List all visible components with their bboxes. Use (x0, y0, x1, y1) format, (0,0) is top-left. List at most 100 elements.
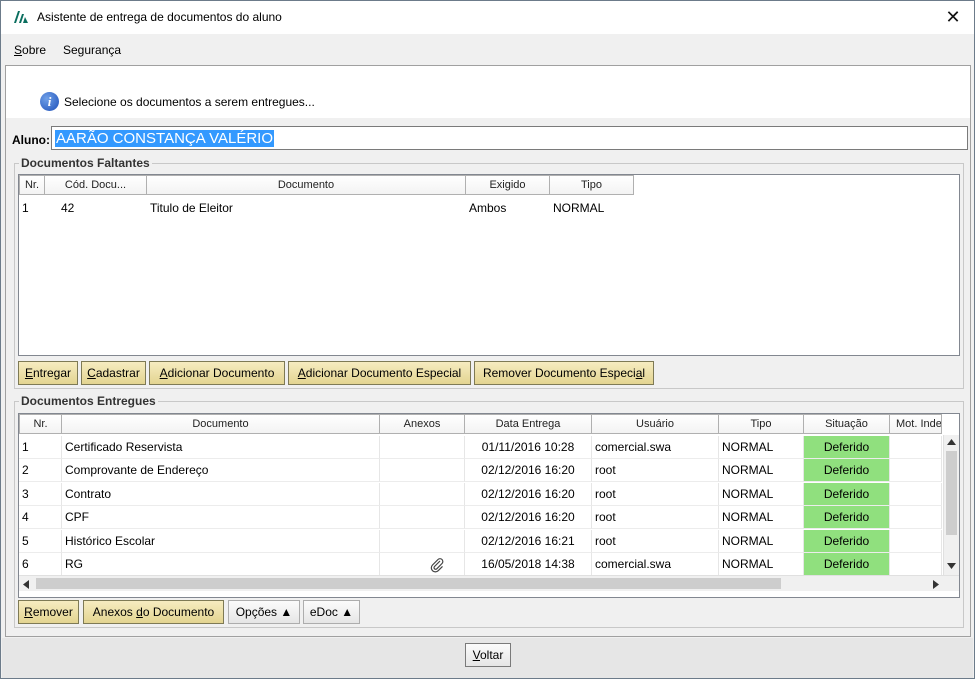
cell-situacao: Deferido (804, 529, 890, 553)
cell-usuario: root (592, 506, 719, 530)
edoc-button[interactable]: eDoc ▲ (303, 600, 360, 624)
aluno-value: AARÃO CONSTANÇA VALÉRIO (55, 130, 274, 147)
col-header-cod[interactable]: Cód. Docu... (45, 175, 147, 195)
cell-data-entrega: 02/12/2016 16:20 (465, 482, 592, 506)
table-row[interactable]: 1 42 Titulo de Eleitor Ambos NORMAL (19, 197, 634, 220)
entregar-button[interactable]: Entregar (18, 361, 78, 385)
col-header-documento[interactable]: Documento (147, 175, 466, 195)
cell-usuario: root (592, 459, 719, 483)
cell-tipo: NORMAL (719, 482, 804, 506)
cell-data-entrega: 16/05/2018 14:38 (465, 553, 592, 576)
cell-data-entrega: 02/12/2016 16:21 (465, 529, 592, 553)
col-header-nr[interactable]: Nr. (19, 175, 45, 195)
app-logo-icon (14, 11, 28, 23)
faltantes-grid[interactable]: Nr. Cód. Docu... Documento Exigido Tipo … (18, 174, 960, 356)
menu-sobre[interactable]: Sobre (14, 43, 46, 57)
cell-anexos (380, 436, 465, 459)
col-header-data-entrega[interactable]: Data Entrega (465, 414, 592, 434)
aluno-label: Aluno: (12, 133, 50, 147)
cell-anexos (380, 529, 465, 553)
col-header-anexos[interactable]: Anexos (380, 414, 465, 434)
cell-anexos (380, 506, 465, 530)
main-panel: i Selecione os documentos a serem entreg… (5, 65, 971, 637)
menu-bar: Sobre Segurança (1, 34, 974, 64)
table-row[interactable]: 2 Comprovante de Endereço 02/12/2016 16:20… (19, 459, 942, 483)
cadastrar-button[interactable]: Cadastrar (81, 361, 146, 385)
info-text: Selecione os documentos a serem entregue… (64, 95, 315, 109)
adicionar-documento-button[interactable]: Adicionar Documento (149, 361, 285, 385)
scroll-right-icon[interactable] (933, 580, 939, 589)
cell-usuario: root (592, 529, 719, 553)
cell-documento: Certificado Reservista (62, 436, 380, 459)
cell-mot-indef (890, 436, 942, 459)
col-header-usuario[interactable]: Usuário (592, 414, 719, 434)
table-row[interactable]: 3 Contrato 02/12/2016 16:20 root NORMAL Defer… (19, 482, 942, 506)
cell-situacao: Deferido (804, 459, 890, 483)
voltar-button[interactable]: Voltar (465, 643, 511, 667)
cell-mot-indef (890, 459, 942, 483)
aluno-field[interactable]: AARÃO CONSTANÇA VALÉRIO (51, 126, 968, 150)
col-header-nr[interactable]: Nr. (19, 414, 62, 434)
horizontal-scroll-thumb[interactable] (36, 578, 781, 589)
cell-data-entrega: 01/11/2016 10:28 (465, 436, 592, 459)
cell-situacao: Deferido (804, 482, 890, 506)
adicionar-documento-especial-button[interactable]: Adicionar Documento Especial (288, 361, 471, 385)
cell-documento: RG (62, 553, 380, 576)
vertical-scroll-thumb[interactable] (946, 451, 957, 535)
edoc-label: eDoc (309, 605, 338, 619)
horizontal-scrollbar[interactable] (19, 575, 959, 591)
cell-mot-indef (890, 553, 942, 576)
info-icon: i (40, 92, 59, 111)
col-header-tipo[interactable]: Tipo (719, 414, 804, 434)
caret-up-icon: ▲ (341, 605, 354, 619)
cell-tipo: NORMAL (719, 459, 804, 483)
opcoes-label: Opções (235, 605, 278, 619)
dialog-window: Asistente de entrega de documentos do al… (0, 0, 975, 679)
footer-bar: Voltar (2, 638, 973, 678)
cell-documento: Titulo de Eleitor (150, 201, 233, 215)
cell-nr: 5 (19, 529, 62, 553)
scroll-left-icon[interactable] (23, 580, 29, 589)
close-button[interactable]: ✕ (938, 3, 968, 31)
cell-mot-indef (890, 529, 942, 553)
table-row[interactable]: 4 CPF 02/12/2016 16:20 root NORMAL Deferido (19, 506, 942, 530)
cell-situacao: Deferido (804, 553, 890, 576)
menu-sobre-mnemonic: S (14, 43, 23, 57)
cell-documento: Comprovante de Endereço (62, 459, 380, 483)
scroll-down-icon[interactable] (947, 563, 956, 569)
scroll-up-icon[interactable] (947, 439, 956, 445)
cell-exigido: Ambos (469, 201, 507, 215)
cell-anexos (380, 482, 465, 506)
table-row[interactable]: 6 RG 16/05/2018 14:38 comercial.swa NORMAL De… (19, 553, 942, 576)
paperclip-icon[interactable] (429, 557, 445, 573)
cell-usuario: root (592, 482, 719, 506)
col-header-tipo[interactable]: Tipo (550, 175, 634, 195)
window-title: Asistente de entrega de documentos do al… (37, 10, 282, 24)
col-header-mot-indef[interactable]: Mot. Inde (890, 414, 942, 434)
anexos-documento-button[interactable]: Anexos do Documento (83, 600, 224, 624)
table-row[interactable]: 5 Histórico Escolar 02/12/2016 16:21 root NO… (19, 529, 942, 553)
cell-situacao: Deferido (804, 436, 890, 459)
cell-anexos (380, 553, 465, 576)
vertical-scrollbar[interactable] (943, 435, 959, 575)
col-header-situacao[interactable]: Situação (804, 414, 890, 434)
cell-cod: 42 (61, 201, 75, 215)
col-header-documento[interactable]: Documento (62, 414, 380, 434)
entregues-grid[interactable]: Nr. Documento Anexos Data Entrega Usuári… (18, 413, 960, 598)
cell-tipo: NORMAL (719, 529, 804, 553)
cell-usuario: comercial.swa (592, 436, 719, 459)
faltantes-legend: Documentos Faltantes (19, 156, 152, 170)
remover-button[interactable]: Remover (18, 600, 79, 624)
title-bar[interactable]: Asistente de entrega de documentos do al… (1, 1, 974, 34)
col-header-exigido[interactable]: Exigido (466, 175, 550, 195)
menu-seguranca[interactable]: Segurança (63, 43, 121, 57)
cell-nr: 1 (19, 436, 62, 459)
table-row[interactable]: 1 Certificado Reservista 01/11/2016 10:28 c… (19, 436, 942, 459)
cell-tipo: NORMAL (719, 553, 804, 576)
cell-nr: 4 (19, 506, 62, 530)
opcoes-button[interactable]: Opções ▲ (228, 600, 300, 624)
remover-documento-especial-button[interactable]: Remover Documento Especial (474, 361, 654, 385)
entregues-legend: Documentos Entregues (19, 394, 158, 408)
cell-documento: CPF (62, 506, 380, 530)
cell-nr: 2 (19, 459, 62, 483)
